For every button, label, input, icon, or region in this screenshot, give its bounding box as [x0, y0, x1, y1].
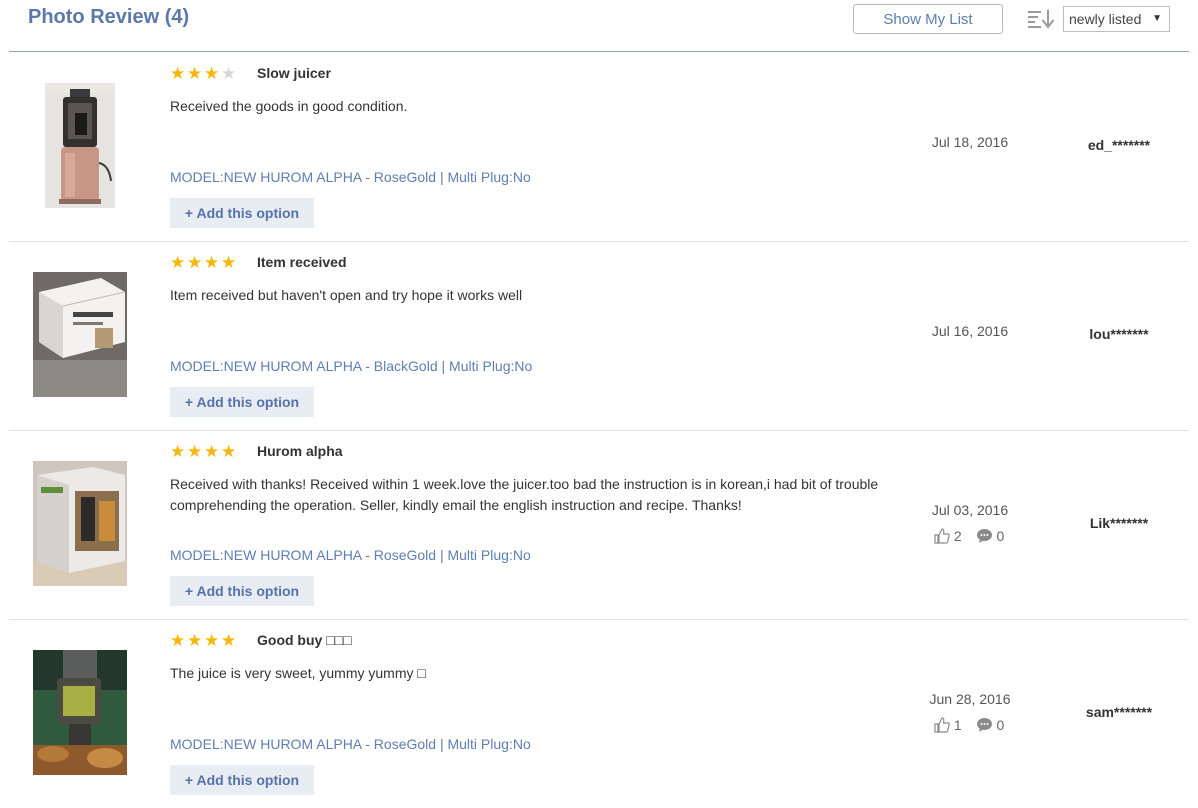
- comment-bubble-icon: [976, 529, 992, 544]
- star-filled-icon: ★: [187, 64, 203, 83]
- rating-stars: ★ ★ ★ ★: [170, 253, 238, 272]
- reviewer-name: Lik*******: [1089, 515, 1149, 531]
- option-link[interactable]: MODEL:NEW HUROM ALPHA - RoseGold | Multi…: [170, 169, 531, 185]
- add-option-button[interactable]: + Add this option: [170, 387, 314, 417]
- comment-count: 0: [996, 528, 1005, 545]
- star-filled-icon: ★: [221, 442, 237, 461]
- review-date: Jul 16, 2016: [931, 323, 1009, 339]
- review-body: The juice is very sweet, yummy yummy □: [170, 665, 426, 681]
- review-photo[interactable]: [45, 83, 115, 208]
- review-item: ★ ★ ★ ★ Good buy □□□ The juice is very swee…: [9, 619, 1189, 808]
- like-control[interactable]: 2: [934, 528, 962, 544]
- like-control[interactable]: 1: [934, 717, 962, 733]
- review-date: Jul 03, 2016: [931, 502, 1009, 518]
- reviewer-name: lou*******: [1089, 326, 1149, 342]
- reviewer-name: sam*******: [1085, 704, 1153, 720]
- review-photo[interactable]: [33, 272, 127, 397]
- rating-stars: ★ ★ ★ ★: [170, 631, 238, 650]
- star-filled-icon: ★: [187, 442, 203, 461]
- review-title: Hurom alpha: [257, 443, 343, 459]
- comment-control[interactable]: 0: [976, 717, 1005, 734]
- review-stats: 2 0: [934, 527, 1014, 545]
- review-title: Item received: [257, 254, 347, 270]
- star-filled-icon: ★: [221, 253, 237, 272]
- review-title: Slow juicer: [257, 65, 331, 81]
- add-option-button[interactable]: + Add this option: [170, 765, 314, 795]
- star-empty-icon: ★: [221, 64, 237, 83]
- comment-bubble-icon: [976, 718, 992, 733]
- rating-stars: ★ ★ ★ ★: [170, 64, 238, 83]
- star-filled-icon: ★: [204, 64, 220, 83]
- star-filled-icon: ★: [187, 631, 203, 650]
- review-item: ★ ★ ★ ★ Item received Item received but hav…: [9, 241, 1189, 431]
- review-body: Received the goods in good condition.: [170, 98, 408, 114]
- review-body: Received with thanks! Received within 1 …: [170, 476, 879, 513]
- star-filled-icon: ★: [187, 253, 203, 272]
- option-link[interactable]: MODEL:NEW HUROM ALPHA - RoseGold | Multi…: [170, 736, 531, 752]
- star-filled-icon: ★: [204, 631, 220, 650]
- thumbs-up-icon: [934, 528, 950, 544]
- review-body: Item received but haven't open and try h…: [170, 287, 523, 303]
- comment-count: 0: [996, 717, 1005, 734]
- review-item: ★ ★ ★ ★ Hurom alpha Received with thanks! R…: [9, 430, 1189, 620]
- add-option-button[interactable]: + Add this option: [170, 198, 314, 228]
- sort-select[interactable]: newly listed ▼: [1063, 6, 1170, 32]
- star-filled-icon: ★: [170, 64, 186, 83]
- review-photo[interactable]: [33, 461, 127, 586]
- sort-descending-icon[interactable]: [1028, 9, 1056, 29]
- like-count: 1: [953, 717, 962, 734]
- show-my-list-button[interactable]: Show My List: [853, 4, 1003, 34]
- review-item: ★ ★ ★ ★ Slow juicer Received the goods in g…: [9, 52, 1189, 242]
- star-filled-icon: ★: [170, 253, 186, 272]
- review-stats: 1 0: [934, 716, 1014, 734]
- review-header: Photo Review (4) Show My List newly list…: [0, 0, 1198, 52]
- thumbs-up-icon: [934, 717, 950, 733]
- review-title: Good buy □□□: [257, 632, 352, 648]
- comment-control[interactable]: 0: [976, 528, 1005, 545]
- like-count: 2: [953, 528, 962, 545]
- review-date: Jul 18, 2016: [931, 134, 1009, 150]
- option-link[interactable]: MODEL:NEW HUROM ALPHA - RoseGold | Multi…: [170, 547, 531, 563]
- star-filled-icon: ★: [170, 442, 186, 461]
- option-link[interactable]: MODEL:NEW HUROM ALPHA - BlackGold | Mult…: [170, 358, 532, 374]
- caret-down-icon: ▼: [1152, 13, 1162, 24]
- star-filled-icon: ★: [204, 253, 220, 272]
- review-photo[interactable]: [33, 650, 127, 775]
- page-title: Photo Review (4): [28, 6, 190, 28]
- add-option-button[interactable]: + Add this option: [170, 576, 314, 606]
- star-filled-icon: ★: [204, 442, 220, 461]
- star-filled-icon: ★: [221, 631, 237, 650]
- star-filled-icon: ★: [170, 631, 186, 650]
- review-date: Jun 28, 2016: [929, 691, 1011, 707]
- reviewer-name: ed_*******: [1087, 137, 1151, 153]
- rating-stars: ★ ★ ★ ★: [170, 442, 238, 461]
- sort-select-value: newly listed: [1069, 11, 1142, 27]
